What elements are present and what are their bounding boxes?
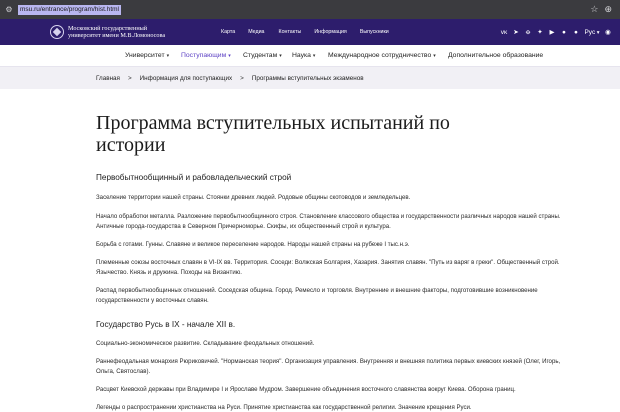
language-label: Рус [584, 28, 596, 36]
top-nav-media[interactable]: Медиа [248, 29, 264, 35]
accessibility-icon[interactable]: ● [570, 29, 582, 36]
logo-line-2: университет имени М.В.Ломоносова [68, 32, 166, 39]
breadcrumb-separator: > [240, 74, 244, 82]
paragraph: Социально-экономическое развитие. Склады… [96, 340, 315, 347]
main-nav-students[interactable]: Студентам ▾ [243, 52, 282, 59]
dzen-icon[interactable]: ✦ [534, 28, 546, 36]
paragraph: Борьба с готами. Гунны. Славяне и велико… [96, 241, 410, 248]
main-nav-label: Поступающим [181, 52, 227, 59]
messenger-icon[interactable]: ● [558, 29, 570, 36]
main-nav-applicants[interactable]: Поступающим ▾ [181, 52, 231, 59]
breadcrumb-home[interactable]: Главная [96, 75, 120, 82]
main-nav-label: Университет [125, 52, 165, 59]
top-nav: Карта Медиа Контакты Информация Выпускни… [221, 19, 402, 45]
chevron-down-icon: ▾ [312, 53, 316, 59]
breadcrumb: Главная > Информация для поступающих > П… [0, 67, 620, 89]
main-nav-label: Дополнительное образование [448, 52, 544, 59]
rutube-icon[interactable]: ▶ [546, 28, 558, 36]
msu-emblem-icon[interactable] [50, 25, 64, 39]
main-nav-extra-education[interactable]: Дополнительное образование [448, 52, 543, 59]
main-nav: Университет ▾ Поступающим ▾ Студентам ▾ Нау… [0, 45, 620, 67]
eye-icon[interactable]: ◉ [602, 28, 614, 36]
paragraph: Распад первобытнообщинных отношений. Сос… [96, 287, 538, 304]
page-title: Программа вступительных испытаний по ист… [96, 112, 450, 156]
top-nav-info[interactable]: Информация [314, 29, 346, 35]
main-nav-label: Международное сотрудничество [328, 52, 432, 59]
top-nav-contacts[interactable]: Контакты [278, 29, 301, 35]
breadcrumb-applicants-info[interactable]: Информация для поступающих [140, 75, 232, 82]
paragraph: Заселение территории нашей страны. Стоян… [96, 194, 411, 201]
chevron-down-icon: ▾ [166, 53, 170, 59]
paragraph: Раннефеодальная монархия Рюриковичей. "Н… [96, 358, 561, 375]
url-field[interactable]: msu.ru/entrance/program/hist.html [18, 4, 121, 15]
site-header: Московский государственный университет и… [0, 19, 620, 45]
ok-icon[interactable]: ꝋ [522, 28, 534, 36]
chevron-down-icon: ▾ [279, 53, 282, 59]
paragraph: Племенные союзы восточных славян в VI-IX… [96, 259, 560, 276]
breadcrumb-current: Программы вступительных экзаменов [251, 74, 364, 82]
section-heading-2: Государство Русь в IX - начале XII в. [96, 320, 236, 329]
main-nav-international[interactable]: Международное сотрудничество ▾ [328, 52, 436, 59]
browser-address-bar: ⚙ msu.ru/entrance/program/hist.html ☆ ⊕ [0, 0, 620, 19]
section-heading-1: Первобытнообщинный и рабовладельческий с… [96, 173, 292, 182]
bookmark-star-icon[interactable]: ☆ [590, 0, 598, 19]
vk-icon[interactable]: ᴠᴋ [498, 29, 510, 36]
logo-line-1: Московский государственный [68, 25, 148, 32]
extensions-icon[interactable]: ⊕ [604, 0, 612, 19]
breadcrumb-separator: > [127, 74, 132, 82]
main-nav-label: Студентам [243, 52, 278, 59]
telegram-icon[interactable]: ➤ [510, 28, 522, 36]
language-select[interactable]: Рус ▾ [582, 29, 602, 36]
paragraph: Легенды о распространении христианства н… [96, 404, 472, 411]
top-nav-alumni[interactable]: Выпускники [360, 29, 389, 35]
browser-actions: ☆ ⊕ [590, 0, 620, 19]
page-info-icon[interactable]: ⚙ [2, 0, 16, 19]
paragraph: Начало обработки металла. Разложение пер… [96, 213, 561, 230]
header-icons: ᴠᴋ ➤ ꝋ ✦ ▶ ● ● Рус ▾ ◉ [498, 19, 614, 45]
top-nav-map[interactable]: Карта [221, 29, 235, 35]
chevron-down-icon: ▾ [433, 53, 436, 59]
main-nav-label: Наука [292, 52, 311, 59]
main-nav-university[interactable]: Университет ▾ [125, 52, 169, 59]
site-logo-text[interactable]: Московский государственный университет и… [68, 25, 208, 39]
paragraph: Расцвет Киевской державы при Владимире I… [96, 386, 516, 393]
main-nav-science[interactable]: Наука ▾ [292, 52, 315, 59]
chevron-down-icon: ▾ [228, 53, 231, 59]
